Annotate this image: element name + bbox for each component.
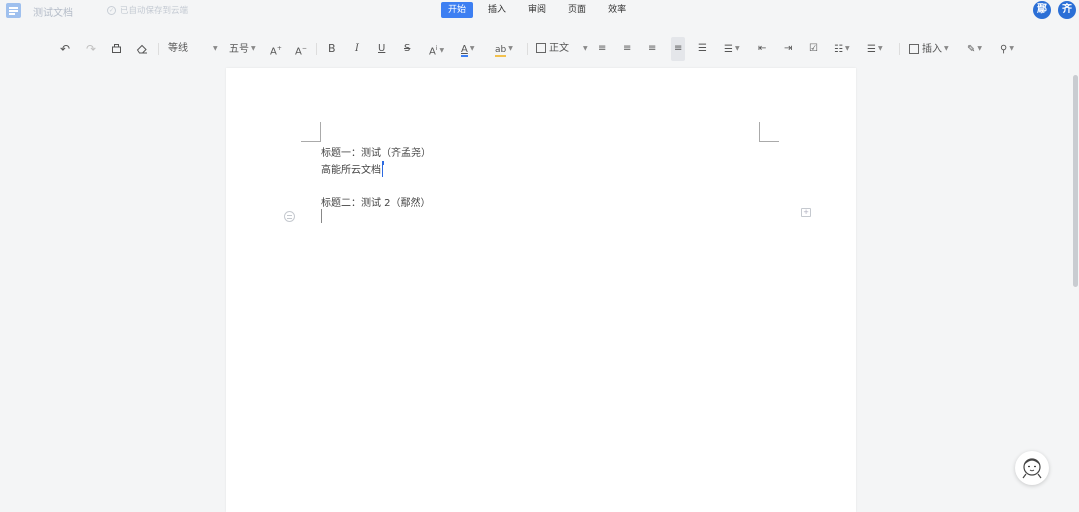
- highlight-icon[interactable]: ab ▼: [495, 37, 513, 61]
- font-color-icon[interactable]: A ▼: [461, 37, 474, 61]
- ribbon-tabs: 开始 插入 审阅 页面 效率: [441, 2, 641, 18]
- insert-label: 插入: [922, 44, 942, 55]
- add-comment-icon[interactable]: +: [801, 208, 811, 217]
- style-icon: [536, 43, 546, 53]
- redo-icon[interactable]: ↷: [86, 37, 96, 61]
- increase-font-icon[interactable]: A+: [270, 37, 282, 61]
- save-status-text: 已自动保存到云端: [120, 6, 189, 16]
- format-painter-icon[interactable]: [111, 37, 122, 61]
- undo-icon[interactable]: ↶: [60, 37, 70, 61]
- collaborator-caret: [382, 163, 383, 177]
- insert-menu[interactable]: 插入 ▼: [909, 37, 949, 61]
- font-size-value: 五号: [229, 44, 249, 55]
- font-family-dropdown-icon[interactable]: ▼: [211, 37, 218, 61]
- search-icon[interactable]: ⚲ ▼: [1000, 37, 1014, 61]
- tab-start[interactable]: 开始: [441, 2, 474, 18]
- collaborator-avatar[interactable]: 齐: [1058, 1, 1076, 19]
- vertical-scrollbar[interactable]: [1073, 75, 1078, 287]
- tab-insert[interactable]: 插入: [481, 2, 513, 18]
- cloud-check-icon: ✓: [107, 5, 116, 15]
- tab-review[interactable]: 审阅: [521, 2, 553, 18]
- numbered-list-icon[interactable]: ☰ ▼: [867, 37, 883, 61]
- heading-2[interactable]: 标题二：测试 2（鄢然）: [321, 194, 431, 209]
- save-status: ✓ 已自动保存到云端: [107, 4, 188, 16]
- document-title[interactable]: 测试文档: [33, 4, 73, 19]
- checklist-icon[interactable]: ☑: [809, 37, 818, 61]
- margin-marker-top-left: [301, 122, 321, 142]
- align-right-icon[interactable]: ≡: [648, 37, 656, 61]
- align-center-icon[interactable]: ≡: [623, 37, 631, 61]
- paragraph-style-select[interactable]: 正文: [536, 37, 569, 61]
- increase-indent-icon[interactable]: ⇥: [784, 37, 792, 61]
- tab-efficiency[interactable]: 效率: [601, 2, 633, 18]
- body-paragraph[interactable]: 高能所云文档: [321, 161, 384, 177]
- top-bar: 测试文档 ✓ 已自动保存到云端 开始 插入 审阅 页面 效率 鄢 齐: [0, 0, 1079, 22]
- insert-icon: [909, 44, 919, 54]
- style-value: 正文: [549, 43, 569, 54]
- underline-icon[interactable]: U: [378, 37, 385, 61]
- style-dropdown-icon[interactable]: ▼: [581, 37, 588, 61]
- bold-icon[interactable]: B: [328, 37, 336, 61]
- paragraph-handle-icon[interactable]: [284, 211, 295, 222]
- assistant-mascot-button[interactable]: [1015, 451, 1049, 485]
- tab-page[interactable]: 页面: [561, 2, 593, 18]
- caret-flag: [382, 161, 384, 165]
- decrease-font-icon[interactable]: A−: [295, 37, 307, 61]
- collaborator-avatar[interactable]: 鄢: [1033, 1, 1051, 19]
- tools-icon[interactable]: ✎ ▼: [967, 37, 982, 61]
- text-cursor: [321, 209, 322, 223]
- document-page[interactable]: 标题一：测试（齐孟尧） 高能所云文档 标题二：测试 2（鄢然） +: [226, 68, 856, 512]
- italic-icon[interactable]: I: [355, 37, 359, 61]
- margin-marker-top-right: [759, 122, 779, 142]
- document-icon: [6, 3, 21, 18]
- strikethrough-icon[interactable]: S: [404, 37, 410, 61]
- font-family-value: 等线: [168, 43, 188, 54]
- clear-format-icon[interactable]: [136, 37, 148, 61]
- mascot-icon: [1022, 458, 1042, 479]
- format-toolbar: ↶ ↷ 等线 ▼ 五号 ▼ A+ A− B I U S Ai ▼ A ▼ ab ▼ 正文…: [0, 37, 1079, 61]
- body-text: 高能所云文档: [321, 165, 381, 176]
- decrease-indent-icon[interactable]: ⇤: [758, 37, 766, 61]
- line-spacing-icon[interactable]: ☰ ▼: [724, 37, 740, 61]
- distributed-align-icon[interactable]: ☰: [698, 37, 707, 61]
- align-left-icon[interactable]: ≡: [598, 37, 606, 61]
- font-family-select[interactable]: 等线: [168, 37, 188, 61]
- superscript-icon[interactable]: Ai ▼: [429, 37, 444, 61]
- font-size-select[interactable]: 五号 ▼: [229, 37, 256, 61]
- justify-icon[interactable]: ≡: [671, 37, 686, 61]
- bullet-list-icon[interactable]: ☷ ▼: [834, 37, 850, 61]
- heading-1[interactable]: 标题一：测试（齐孟尧）: [321, 144, 431, 159]
